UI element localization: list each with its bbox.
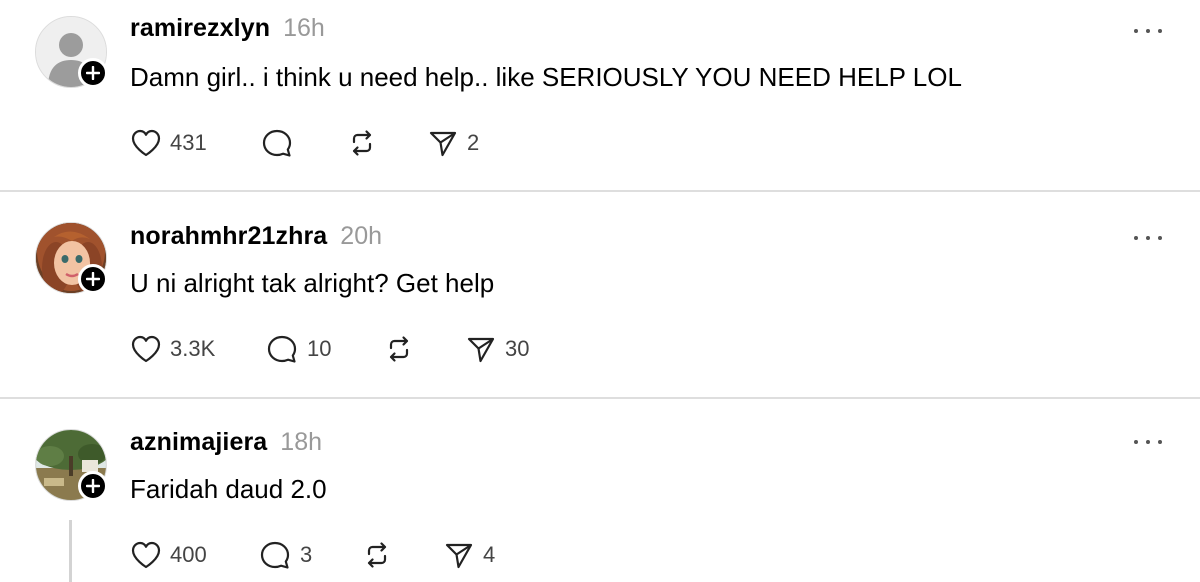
post-text: Faridah daud 2.0 [130, 474, 327, 504]
share-button[interactable]: 30 [465, 333, 529, 365]
comment-bubble-icon [262, 129, 292, 157]
more-options-button[interactable] [1134, 233, 1162, 243]
repost-arrows-icon [389, 336, 409, 362]
heart-icon [131, 541, 161, 569]
avatar[interactable] [35, 222, 108, 294]
reply-count: 3 [300, 542, 313, 567]
like-button[interactable]: 400 [130, 539, 207, 571]
share-button[interactable]: 4 [443, 539, 495, 571]
follow-button[interactable] [78, 264, 108, 294]
plus-icon [86, 479, 100, 493]
more-options-button[interactable] [1134, 437, 1162, 447]
share-button[interactable]: 2 [427, 127, 479, 159]
plus-icon [86, 66, 100, 80]
repost-button[interactable] [345, 127, 379, 159]
like-count: 431 [170, 130, 207, 155]
send-icon [445, 543, 473, 569]
post-text: Damn girl.. i think u need help.. like S… [130, 62, 962, 92]
like-count: 400 [170, 542, 207, 567]
divider [0, 397, 1200, 399]
timestamp: 20h [340, 222, 383, 250]
divider [0, 190, 1200, 192]
reply-button[interactable] [260, 127, 302, 159]
reply-button[interactable]: 10 [265, 333, 331, 365]
comment-bubble-icon [260, 541, 290, 569]
thread-line [69, 520, 72, 582]
like-count: 3.3K [170, 336, 216, 361]
repost-button[interactable] [382, 333, 416, 365]
more-horizontal-icon [1134, 236, 1138, 240]
post-text: U ni alright tak alright? Get help [130, 268, 495, 298]
like-button[interactable]: 431 [130, 127, 207, 159]
repost-arrows-icon [367, 542, 387, 568]
like-button[interactable]: 3.3K [130, 333, 215, 365]
send-icon [429, 131, 457, 157]
share-count: 4 [483, 542, 496, 567]
avatar[interactable] [35, 429, 108, 501]
send-icon [467, 337, 495, 363]
username[interactable]: aznimajiera [130, 428, 267, 457]
timestamp: 18h [280, 428, 323, 456]
more-horizontal-icon [1134, 29, 1138, 33]
follow-button[interactable] [78, 58, 108, 88]
share-count: 2 [467, 130, 480, 155]
plus-icon [86, 272, 100, 286]
heart-icon [131, 129, 161, 157]
username[interactable]: norahmhr21zhra [130, 222, 327, 251]
repost-arrows-icon [352, 130, 372, 156]
username[interactable]: ramirezxlyn [130, 14, 270, 43]
more-options-button[interactable] [1134, 26, 1162, 36]
reply-button[interactable]: 3 [258, 539, 312, 571]
timestamp: 16h [283, 14, 325, 42]
heart-icon [131, 335, 161, 363]
reply-count: 10 [307, 336, 332, 361]
comment-bubble-icon [267, 335, 297, 363]
more-horizontal-icon [1134, 440, 1138, 444]
follow-button[interactable] [78, 471, 108, 501]
share-count: 30 [505, 336, 530, 361]
repost-button[interactable] [360, 539, 394, 571]
avatar[interactable] [35, 16, 108, 88]
